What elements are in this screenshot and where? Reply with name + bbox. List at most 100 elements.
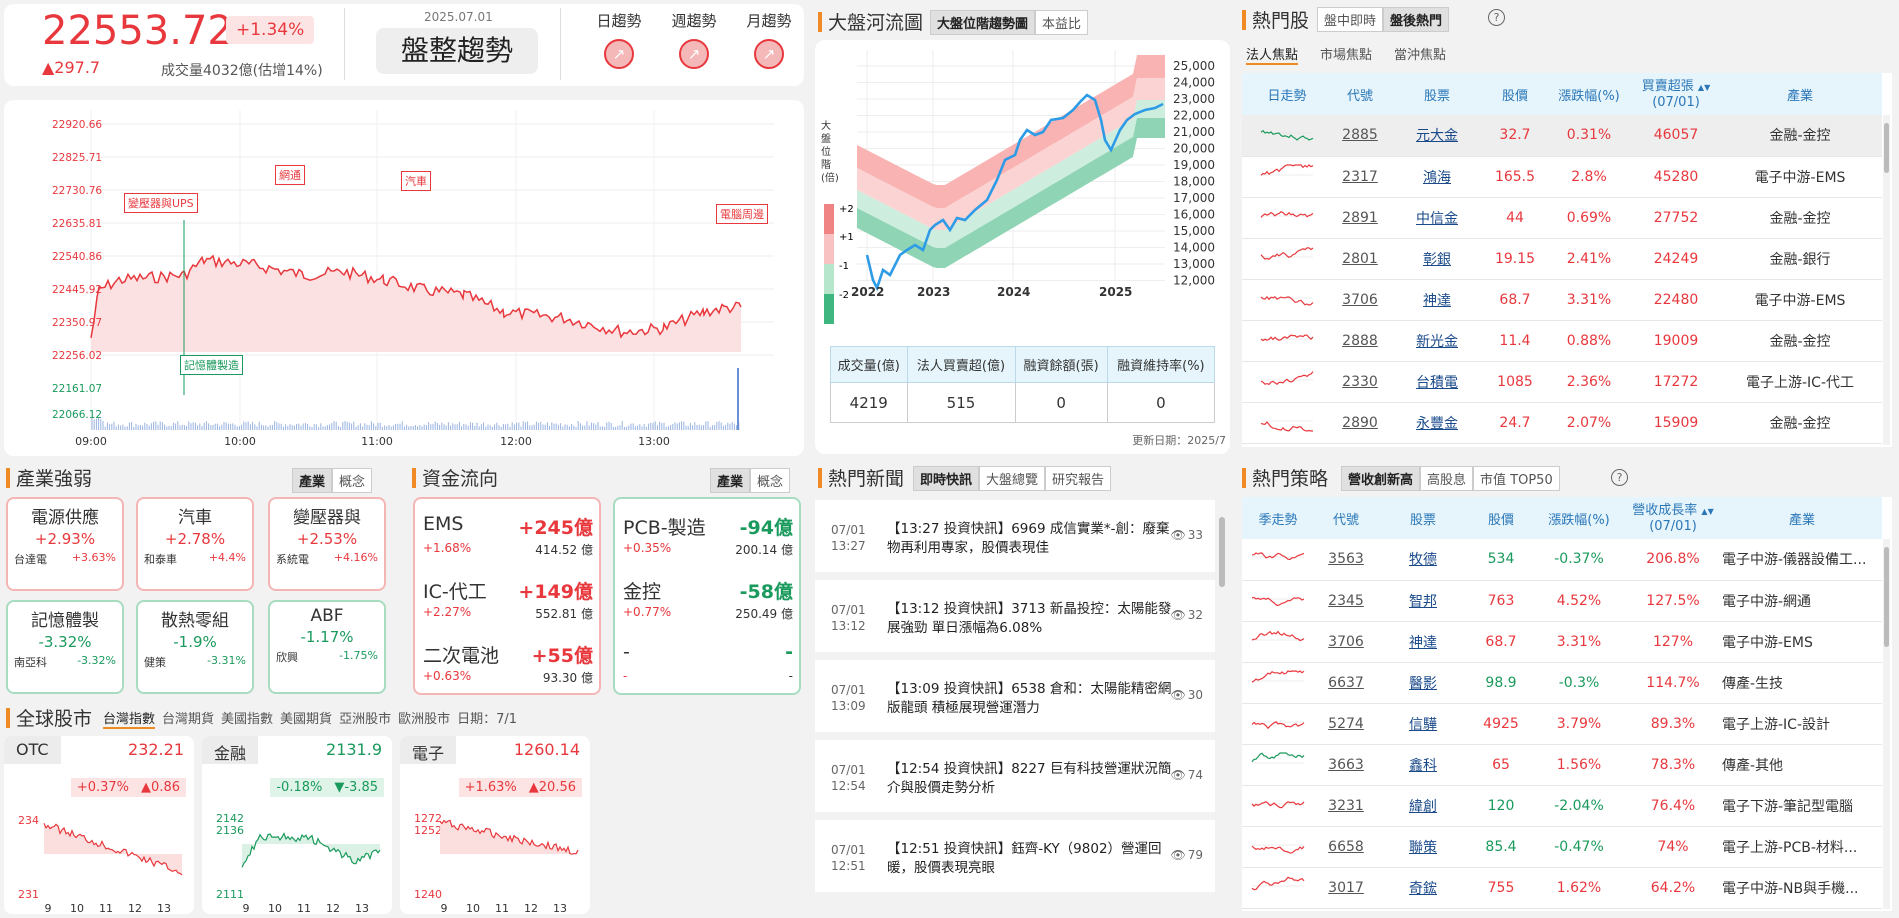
stock-name[interactable]: 新光金 (1388, 320, 1486, 362)
stock-name[interactable]: 神達 (1378, 621, 1468, 663)
stock-name[interactable]: 緯創 (1378, 785, 1468, 827)
event-tag[interactable]: 電腦周邊 (716, 204, 768, 224)
table-row[interactable]: 2330 台積電 1085 2.36% 17272 電子上游-IC-代工 (1242, 361, 1882, 403)
stock-code[interactable]: 6658 (1314, 826, 1378, 868)
table-row[interactable]: 6658 聯策 85.4 -0.47% 74% 電子上游-PCB-材料... (1242, 826, 1882, 868)
tab-concept[interactable]: 概念 (750, 468, 791, 493)
table-row[interactable]: 3017 奇鋐 755 1.62% 64.2% 電子中游-NB與手機... (1242, 867, 1882, 909)
industry-box[interactable]: 記憶體製 -3.32% 南亞科 -3.32% (6, 600, 124, 694)
market-card[interactable]: 電子 1260.14 +1.63% ▲20.56 1272 1252 1240 9 10 11 12… (400, 736, 590, 914)
trend-tab-month[interactable]: 月趨勢 ↗ (739, 10, 799, 69)
table-row[interactable]: 6637 醫影 98.9 -0.3% 114.7% 傳產-生技 (1242, 662, 1882, 704)
stock-code[interactable]: 2891 (1332, 197, 1388, 239)
event-tag[interactable]: 記憶體製造 (180, 355, 243, 375)
flow-row[interactable]: 金控 -58億 +0.77% 250.49 億 (623, 575, 793, 631)
stock-name[interactable]: 智邦 (1378, 580, 1468, 622)
tab-tw-index[interactable]: 台灣指數 (103, 708, 156, 729)
stock-code[interactable]: 3231 (1314, 785, 1378, 827)
stock-code[interactable]: 6637 (1314, 662, 1378, 704)
stock-code[interactable]: 2890 (1332, 402, 1388, 444)
tab-asia[interactable]: 亞洲股市 (339, 708, 391, 729)
industry-box[interactable]: 汽車 +2.78% 和泰車 +4.4% (136, 497, 254, 591)
tab-afterhours[interactable]: 盤後熱門 (1383, 7, 1450, 32)
stock-name[interactable]: 奇鋐 (1378, 867, 1468, 909)
tab-research[interactable]: 研究報告 (1045, 466, 1112, 491)
event-tag[interactable]: 網通 (275, 165, 305, 185)
flow-row[interactable]: IC-代工 +149億 +2.27% 552.81 億 (423, 575, 593, 631)
subtab-daytrade[interactable]: 當沖焦點 (1394, 44, 1446, 65)
tab-industry[interactable]: 產業 (710, 468, 751, 493)
stock-code[interactable]: 2888 (1332, 320, 1388, 362)
stock-name[interactable]: 鴻海 (1388, 156, 1486, 198)
tab-concept[interactable]: 概念 (332, 468, 373, 493)
table-row[interactable]: 3663 鑫科 65 1.56% 78.3% 傳產-其他 (1242, 744, 1882, 786)
stock-name[interactable]: 元大金 (1388, 115, 1486, 157)
stock-name[interactable]: 台積電 (1388, 361, 1486, 403)
tab-us-index[interactable]: 美國指數 (221, 708, 273, 729)
stock-code[interactable]: 2317 (1332, 156, 1388, 198)
subtab-institution[interactable]: 法人焦點 (1246, 44, 1299, 65)
hot-scrollbar[interactable] (1883, 115, 1890, 445)
news-item[interactable]: 07/01 13:12 【13:12 投資快訊】3713 新晶投控：太陽能發展強勁 … (815, 580, 1215, 652)
sort-column[interactable]: 營收成長率 ▲▼ (07/01) (1624, 497, 1722, 539)
industry-box[interactable]: ABF -1.17% 欣興 -1.75% (268, 600, 386, 694)
tab-industry[interactable]: 產業 (292, 468, 333, 493)
tab-high-dividend[interactable]: 高股息 (1420, 466, 1474, 491)
industry-box[interactable]: 散熱零組 -1.9% 健策 -3.31% (136, 600, 254, 694)
table-row[interactable]: 2891 中信金 44 0.69% 27752 金融-金控 (1242, 197, 1882, 239)
flow-row[interactable]: 二次電池 +55億 +0.63% 93.30 億 (423, 639, 593, 695)
news-item[interactable]: 07/01 12:54 【12:54 投資快訊】8227 巨有科技營運狀況簡介與股價… (815, 740, 1215, 812)
tab-intraday[interactable]: 盤中即時 (1317, 7, 1384, 32)
tab-us-futures[interactable]: 美國期貨 (280, 708, 332, 729)
stock-code[interactable]: 3017 (1314, 867, 1378, 909)
table-row[interactable]: 3231 緯創 120 -2.04% 76.4% 電子下游-筆記型電腦 (1242, 785, 1882, 827)
stock-name[interactable]: 聯策 (1378, 826, 1468, 868)
stock-name[interactable]: 醫影 (1378, 662, 1468, 704)
table-row[interactable]: 3563 牧德 534 -0.37% 206.8% 電子中游-儀器設備工... (1242, 539, 1882, 581)
market-card[interactable]: 金融 2131.9 -0.18% ▼-3.85 2142 2136 2111 9 10 11 12 1… (202, 736, 392, 914)
stock-code[interactable]: 2330 (1332, 361, 1388, 403)
sort-column[interactable]: 買賣超張 ▲▼ (07/01) (1634, 73, 1718, 115)
tab-realtime[interactable]: 即時快訊 (913, 466, 980, 491)
table-row[interactable]: 3706 神達 68.7 3.31% 22480 電子中游-EMS (1242, 279, 1882, 321)
tab-top50[interactable]: 市值 TOP50 (1473, 466, 1560, 491)
news-item[interactable]: 07/01 13:09 【13:09 投資快訊】6538 倉和：太陽能精密網版龍頭 … (815, 660, 1215, 732)
stock-name[interactable]: 神達 (1388, 279, 1486, 321)
tab-river-level[interactable]: 大盤位階趨勢圖 (930, 10, 1036, 35)
stock-code[interactable]: 5274 (1314, 703, 1378, 745)
help-icon[interactable]: ? (1611, 469, 1628, 486)
stock-name[interactable]: 信驊 (1378, 703, 1468, 745)
table-row[interactable]: 3706 神達 68.7 3.31% 127% 電子中游-EMS (1242, 621, 1882, 663)
table-row[interactable]: 2801 彰銀 19.15 2.41% 24249 金融-銀行 (1242, 238, 1882, 280)
tab-europe[interactable]: 歐洲股市 (398, 708, 450, 729)
stock-code[interactable]: 3706 (1314, 621, 1378, 663)
table-row[interactable]: 2317 鴻海 165.5 2.8% 45280 電子中游-EMS (1242, 156, 1882, 198)
trend-tab-week[interactable]: 週趨勢 ↗ (664, 10, 724, 69)
stock-code[interactable]: 2345 (1314, 580, 1378, 622)
news-item[interactable]: 07/01 13:27 【13:27 投資快訊】6969 成信實業*-創：廢棄物再利… (815, 500, 1215, 572)
flow-row[interactable]: - - - - (623, 639, 793, 695)
tab-tw-futures[interactable]: 台灣期貨 (162, 708, 214, 729)
stock-code[interactable]: 3706 (1332, 279, 1388, 321)
flow-row[interactable]: PCB-製造 -94億 +0.35% 200.14 億 (623, 511, 793, 567)
news-scrollbar[interactable] (1218, 497, 1226, 911)
table-row[interactable]: 2885 元大金 32.7 0.31% 46057 金融-金控 (1242, 115, 1882, 157)
stock-code[interactable]: 3563 (1314, 539, 1378, 581)
strategy-scrollbar[interactable] (1883, 539, 1890, 909)
flow-row[interactable]: EMS +245億 +1.68% 414.52 億 (423, 511, 593, 567)
tab-revenue-high[interactable]: 營收創新高 (1341, 466, 1421, 491)
industry-box[interactable]: 變壓器與 +2.53% 系統電 +4.16% (268, 497, 386, 591)
table-row[interactable]: 2890 永豐金 24.7 2.07% 15909 金融-金控 (1242, 402, 1882, 444)
event-tag[interactable]: 汽車 (401, 171, 431, 191)
news-item[interactable]: 07/01 12:51 【12:51 投資快訊】鈺齊-KY（9802）營運回暖，股價… (815, 820, 1215, 892)
subtab-market[interactable]: 市場焦點 (1320, 44, 1372, 65)
market-card[interactable]: OTC 232.21 +0.37% ▲0.86 234 231 9 10 11 12 13 (4, 736, 194, 914)
tab-river-pe[interactable]: 本益比 (1035, 10, 1089, 35)
stock-name[interactable]: 彰銀 (1388, 238, 1486, 280)
table-row[interactable]: 2888 新光金 11.4 0.88% 19009 金融-金控 (1242, 320, 1882, 362)
stock-name[interactable]: 永豐金 (1388, 402, 1486, 444)
event-tag[interactable]: 變壓器與UPS (124, 193, 198, 213)
stock-code[interactable]: 2885 (1332, 115, 1388, 157)
table-row[interactable]: 2345 智邦 763 4.52% 127.5% 電子中游-網通 (1242, 580, 1882, 622)
tab-overview[interactable]: 大盤總覽 (979, 466, 1046, 491)
